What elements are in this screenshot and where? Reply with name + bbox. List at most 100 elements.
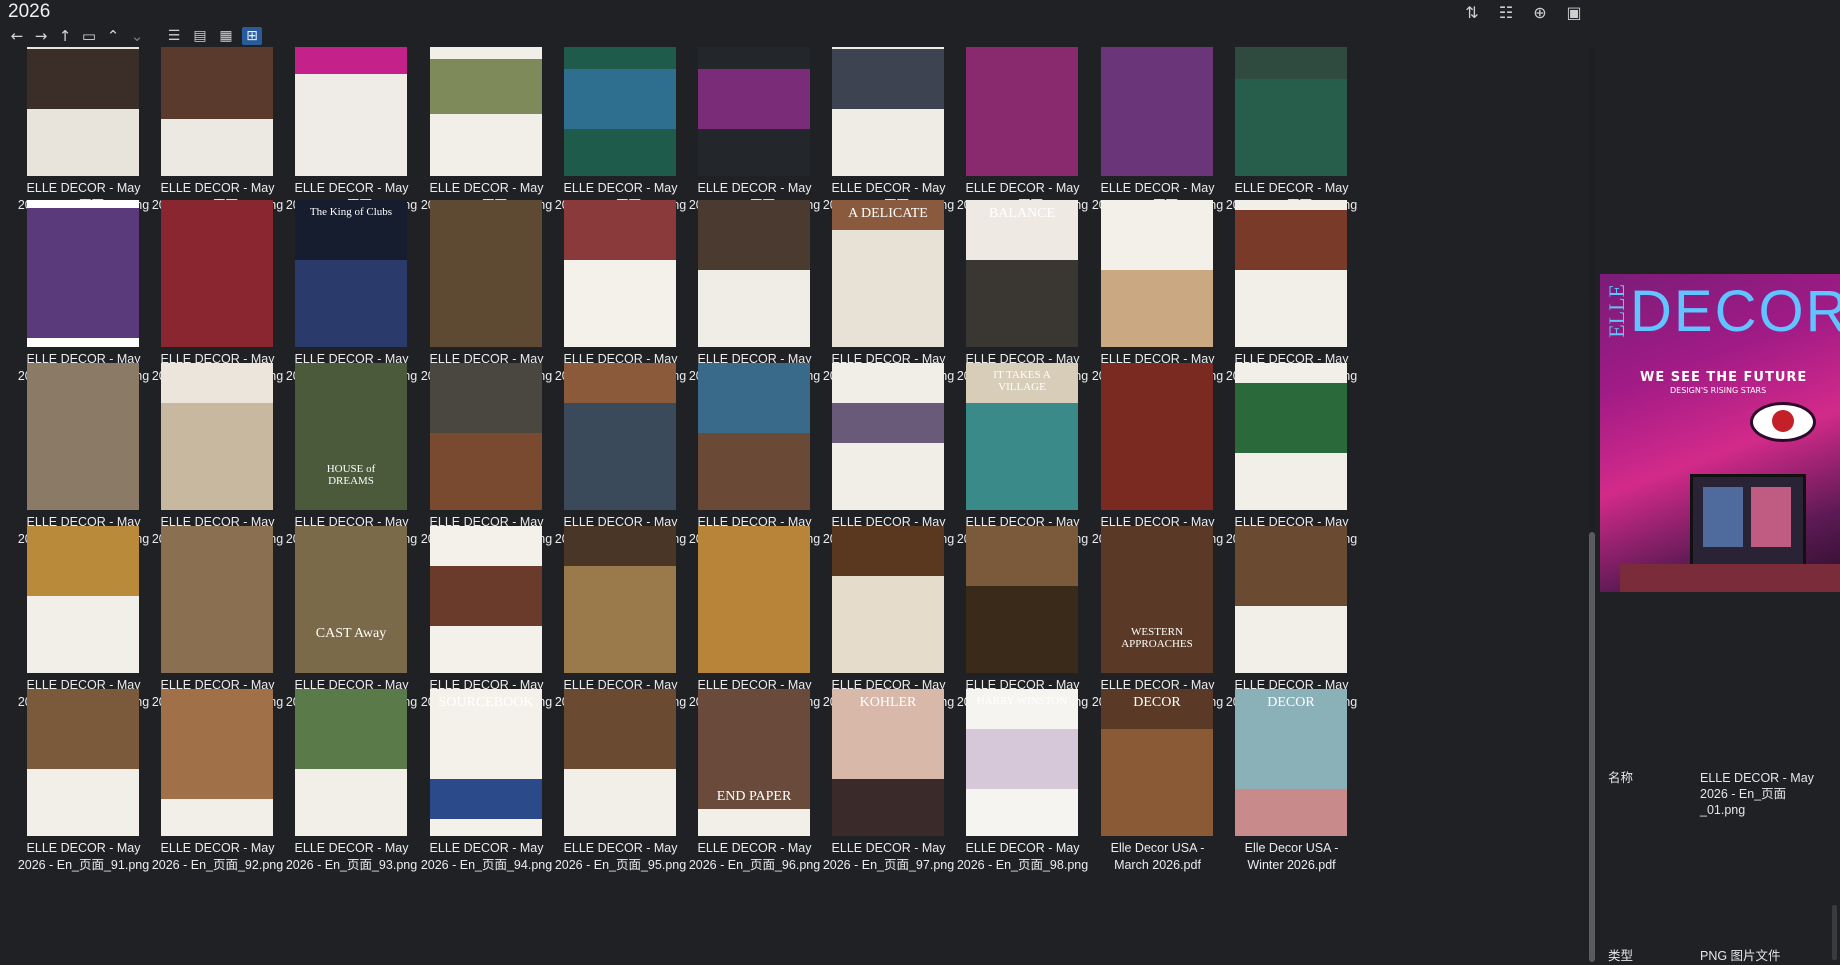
file-thumbnail[interactable]: [1235, 363, 1347, 510]
file-thumbnail[interactable]: [27, 689, 139, 836]
tiles-view-icon[interactable]: ▦: [216, 27, 236, 45]
thumbnail-photo: [966, 260, 1078, 347]
file-name: ELLE DECOR - May 2026 - En_页面_96.png: [687, 840, 822, 874]
thumbnail-photo: [1235, 526, 1347, 606]
chevron-up-icon[interactable]: ⌃: [104, 27, 122, 45]
file-tile[interactable]: DECOR Elle Decor USA - Winter 2026.pdf: [1224, 689, 1382, 879]
thumbnail-photo: [1235, 789, 1347, 836]
file-thumbnail[interactable]: [1101, 200, 1213, 347]
file-thumbnail[interactable]: IT TAKES A VILLAGE: [966, 363, 1078, 510]
file-thumbnail[interactable]: A DELICATE: [832, 200, 944, 347]
clipboard-icon[interactable]: ▣: [1564, 3, 1584, 23]
list-view-icon[interactable]: ▤: [190, 27, 210, 45]
file-thumbnail[interactable]: DECOR: [1101, 689, 1213, 836]
file-thumbnail[interactable]: [430, 200, 542, 347]
file-thumbnail[interactable]: END PAPER: [698, 689, 810, 836]
file-thumbnail[interactable]: [1101, 363, 1213, 510]
file-thumbnail[interactable]: [27, 363, 139, 510]
file-thumbnail[interactable]: [430, 526, 542, 673]
file-thumbnail[interactable]: [564, 363, 676, 510]
file-thumbnail[interactable]: [832, 526, 944, 673]
file-thumbnail[interactable]: [161, 200, 273, 347]
file-thumbnail[interactable]: [161, 363, 273, 510]
file-thumbnail[interactable]: [564, 526, 676, 673]
folder-icon[interactable]: ▭: [80, 27, 98, 45]
file-thumbnail[interactable]: [698, 526, 810, 673]
file-thumbnail[interactable]: [1101, 47, 1213, 176]
file-thumbnail[interactable]: KOHLER: [832, 689, 944, 836]
file-thumbnail[interactable]: [161, 526, 273, 673]
file-thumbnail[interactable]: [832, 47, 944, 176]
file-thumbnail[interactable]: [27, 526, 139, 673]
file-thumbnail[interactable]: [27, 47, 139, 176]
details-view-icon[interactable]: ☰: [164, 27, 184, 45]
file-tile[interactable]: ELLE DECOR - May2026 - En_页面_90.png: [1224, 526, 1382, 716]
file-tile[interactable]: ELLE DECOR - May2026 - En_页面_80.png: [1224, 363, 1382, 553]
file-thumbnail[interactable]: [564, 689, 676, 836]
thumbnail-photo: [161, 689, 273, 799]
file-name-line1: ELLE DECOR - May: [429, 841, 544, 855]
file-name-line2: 2026 - En_页面_96.png: [688, 858, 821, 872]
file-name-line1: ELLE DECOR - May: [26, 181, 141, 195]
thumbnails-view-icon[interactable]: ⊞: [242, 27, 262, 45]
file-thumbnail[interactable]: SOURCEBOOK: [430, 689, 542, 836]
file-name-line1: ELLE DECOR - May: [697, 181, 812, 195]
thumbnail-photo: [295, 260, 407, 347]
file-thumbnail[interactable]: HARRY WINSTON: [966, 689, 1078, 836]
file-thumbnail[interactable]: [295, 47, 407, 176]
cover-rug: [1620, 564, 1840, 592]
thumbnail-headline: HOUSE of DREAMS: [326, 463, 376, 487]
file-name-line2: 2026 - En_页面_97.png: [822, 858, 955, 872]
file-thumbnail[interactable]: DECOR: [1235, 689, 1347, 836]
thumbnail-photo: [564, 403, 676, 510]
title-bar: 2026 ⇅☷⊕▣⚐: [0, 0, 1840, 24]
file-thumbnail[interactable]: [966, 526, 1078, 673]
file-name: Elle Decor USA - Winter 2026.pdf: [1224, 840, 1359, 874]
thumbnail-photo: [1235, 210, 1347, 270]
forward-arrow-icon[interactable]: →: [32, 27, 50, 45]
scrollbar[interactable]: [1589, 47, 1595, 962]
file-thumbnail[interactable]: The King of Clubs: [295, 200, 407, 347]
file-name-line1: ELLE DECOR - May: [1100, 181, 1215, 195]
file-name-line1: ELLE DECOR - May: [26, 841, 141, 855]
file-name: ELLE DECOR - May 2026 - En_页面_95.png: [553, 840, 688, 874]
cover-eye-illustration: [1750, 402, 1816, 442]
file-thumbnail[interactable]: [430, 47, 542, 176]
detail-name-value: ELLE DECOR - May 2026 - En_页面 _01.png: [1700, 771, 1814, 817]
details-scrollbar[interactable]: [1832, 905, 1837, 960]
file-thumbnail[interactable]: [430, 363, 542, 510]
file-thumbnail[interactable]: BALANCE: [966, 200, 1078, 347]
chevron-down-icon[interactable]: ⌄: [128, 27, 146, 45]
sort-icon[interactable]: ⇅: [1462, 3, 1482, 23]
file-thumbnail[interactable]: [27, 200, 139, 347]
file-thumbnail[interactable]: [564, 200, 676, 347]
add-circle-icon[interactable]: ⊕: [1530, 3, 1550, 23]
thumbnail-photo: [832, 49, 944, 109]
file-thumbnail[interactable]: [698, 363, 810, 510]
file-thumbnail[interactable]: [1235, 47, 1347, 176]
scrollbar-thumb[interactable]: [1589, 532, 1595, 962]
file-thumbnail[interactable]: [698, 47, 810, 176]
file-thumbnail[interactable]: [832, 363, 944, 510]
file-thumbnail[interactable]: WESTERN APPROACHES: [1101, 526, 1213, 673]
file-thumbnail[interactable]: [1235, 526, 1347, 673]
cover-subheadline: DESIGN'S RISING STARS: [1670, 386, 1767, 395]
file-thumbnail[interactable]: [161, 689, 273, 836]
file-name-line1: ELLE DECOR - May: [563, 841, 678, 855]
checklist-icon[interactable]: ☷: [1496, 3, 1516, 23]
file-thumbnail[interactable]: [295, 689, 407, 836]
file-thumbnail[interactable]: [1235, 200, 1347, 347]
file-name-line2: 2026 - En_页面_91.png: [18, 858, 150, 872]
file-thumbnail[interactable]: [698, 200, 810, 347]
file-thumbnail[interactable]: [966, 47, 1078, 176]
file-thumbnail[interactable]: [564, 47, 676, 176]
file-thumbnail[interactable]: [161, 47, 273, 176]
file-thumbnail[interactable]: HOUSE of DREAMS: [295, 363, 407, 510]
file-name-line1: ELLE DECOR - May: [294, 181, 409, 195]
thumbnail-headline: IT TAKES A VILLAGE: [993, 369, 1051, 393]
file-thumbnail[interactable]: CAST Away: [295, 526, 407, 673]
up-arrow-icon[interactable]: ↑: [56, 27, 74, 45]
file-tile[interactable]: ELLE DECOR - May2026 - En_页面_69.png: [1224, 200, 1382, 390]
file-name-line2: 2026 - En_页面_92.png: [151, 858, 284, 872]
back-arrow-icon[interactable]: ←: [8, 27, 26, 45]
